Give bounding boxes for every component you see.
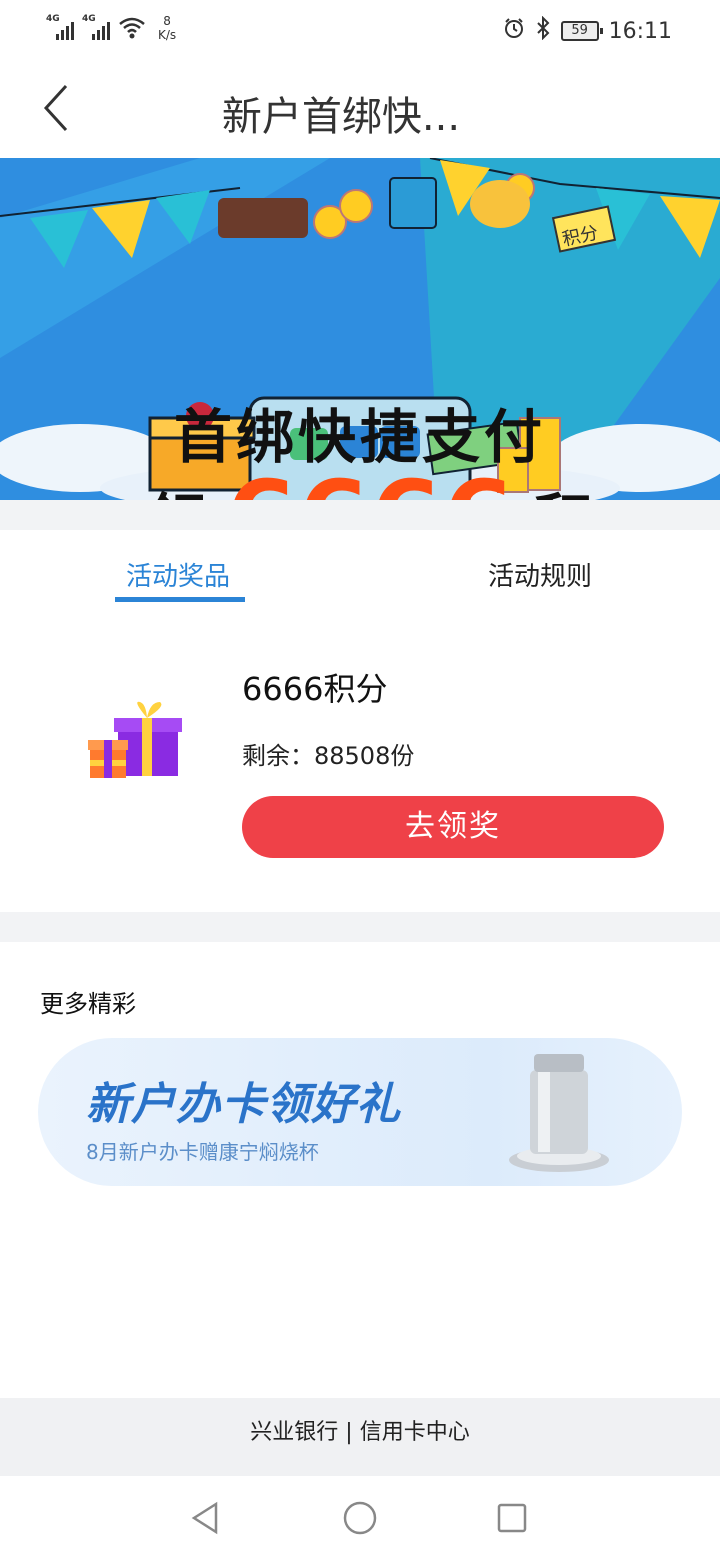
bluetooth-icon bbox=[535, 15, 551, 46]
tab-rules[interactable]: 活动规则 bbox=[488, 556, 592, 593]
network-type-label: 4G bbox=[46, 14, 60, 24]
battery-icon: 59 bbox=[560, 21, 603, 41]
tab-prizes[interactable]: 活动奖品 bbox=[126, 556, 230, 593]
status-left: 4G 4G 8 K/s bbox=[46, 14, 176, 42]
section-title: 更多精彩 bbox=[40, 990, 136, 1018]
prize-card: 6666积分 剩余：88508份 去领奖 bbox=[0, 616, 720, 912]
banner-points-number: 6666 bbox=[225, 458, 514, 500]
active-tab-indicator bbox=[115, 597, 245, 602]
prize-remaining: 剩余：88508份 bbox=[242, 742, 415, 770]
page-title: 新户首绑快... bbox=[221, 94, 461, 140]
promo-card[interactable]: 新户办卡领好礼 8月新户办卡赠康宁焖烧杯 bbox=[38, 1038, 682, 1186]
nav-home-icon[interactable] bbox=[342, 1500, 378, 1536]
status-right: 59 16:11 bbox=[503, 15, 672, 46]
gift-icon bbox=[84, 700, 184, 784]
promo-banner: 首绑快捷支付 领 6666 积分 积分 bbox=[0, 158, 720, 500]
net-speed: 8 K/s bbox=[158, 14, 176, 42]
wifi-icon bbox=[118, 14, 146, 40]
network-type-label: 4G bbox=[82, 14, 96, 24]
claim-prize-button[interactable]: 去领奖 bbox=[242, 796, 664, 858]
banner-subheadline: 领 6666 积分 bbox=[140, 458, 600, 500]
status-bar: 4G 4G 8 K/s 59 16:11 bbox=[0, 0, 720, 62]
banner-prefix: 领 bbox=[147, 487, 205, 500]
net-speed-value: 8 bbox=[163, 14, 171, 28]
nav-recents-icon[interactable] bbox=[494, 1500, 530, 1536]
thermos-cup-icon bbox=[504, 1050, 614, 1178]
header: 新户首绑快... bbox=[0, 62, 720, 158]
alarm-icon bbox=[503, 17, 525, 45]
divider bbox=[0, 500, 720, 530]
promo-subtitle: 8月新户办卡赠康宁焖烧杯 bbox=[86, 1140, 319, 1164]
system-nav-bar bbox=[0, 1476, 720, 1560]
net-speed-unit: K/s bbox=[158, 28, 177, 42]
nav-back-icon[interactable] bbox=[188, 1500, 224, 1536]
prize-name: 6666积分 bbox=[242, 670, 388, 708]
cellular-signal-icon: 4G bbox=[46, 14, 74, 40]
divider bbox=[0, 912, 720, 942]
tab-bar: 活动奖品 活动规则 bbox=[0, 530, 720, 616]
cellular-signal-icon: 4G bbox=[82, 14, 110, 40]
promo-title: 新户办卡领好礼 bbox=[86, 1079, 401, 1130]
footer: 兴业银行 | 信用卡中心 bbox=[0, 1398, 720, 1476]
clock: 16:11 bbox=[608, 18, 672, 44]
